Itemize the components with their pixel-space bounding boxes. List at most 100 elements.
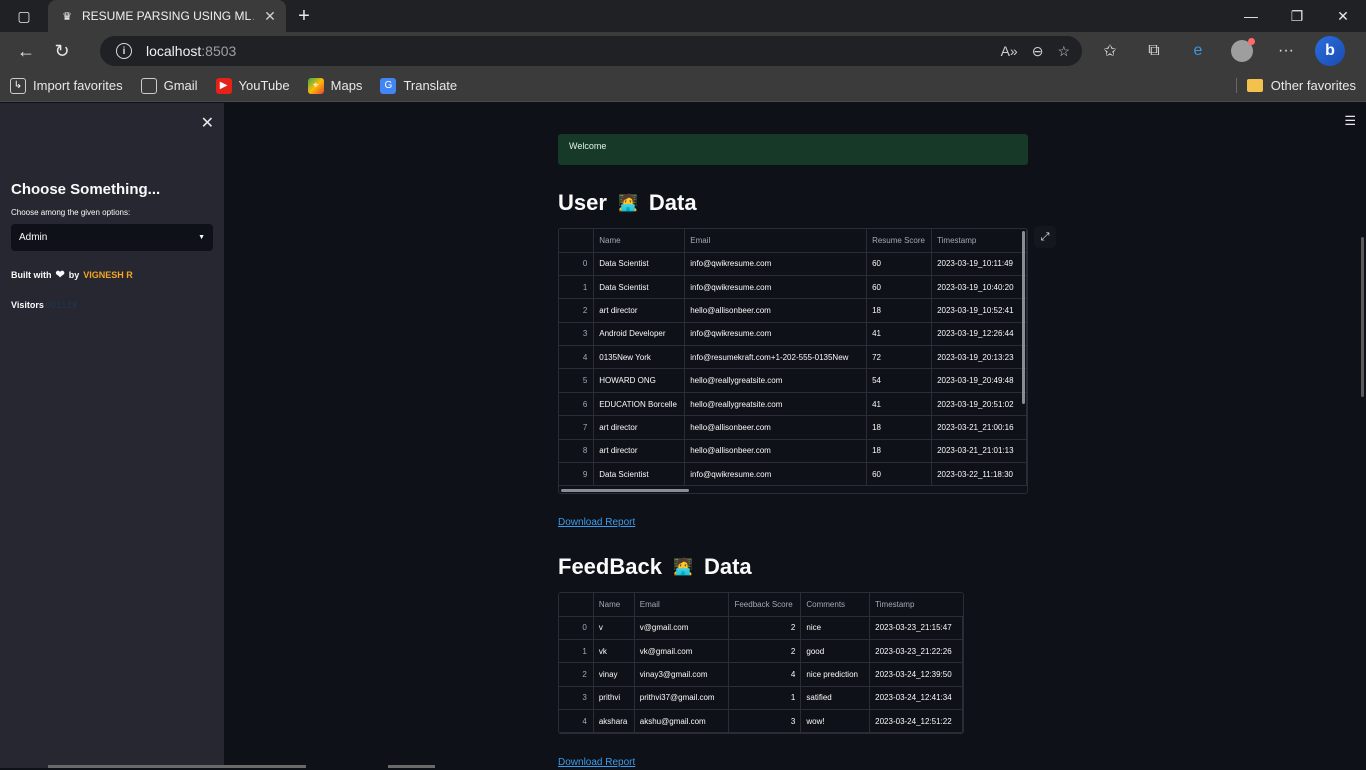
read-aloud-icon[interactable]: A»	[1001, 43, 1018, 60]
table-cell[interactable]: info@qwikresume.com	[684, 275, 868, 300]
table-cell[interactable]: vinay3@gmail.com	[634, 662, 730, 687]
author-link[interactable]: VIGNESH R	[83, 270, 133, 280]
table-cell[interactable]: info@qwikresume.com	[684, 252, 868, 276]
table-cell[interactable]: vk@gmail.com	[634, 639, 730, 664]
menu-icon[interactable]: ☰	[1344, 113, 1356, 129]
table-row[interactable]: 2 art director hello@allisonbeer.com 18 2023…	[559, 298, 1027, 323]
table-cell[interactable]: v@gmail.com	[634, 616, 730, 640]
close-tab-icon[interactable]: ✕	[262, 8, 278, 25]
table-row[interactable]: 3 prithvi prithvi37@gmail.com 1 satified 2023…	[559, 686, 963, 711]
option-select[interactable]: Admin ▼	[11, 224, 213, 251]
table-cell[interactable]: info@qwikresume.com	[684, 322, 868, 347]
favorite-gmail[interactable]: Gmail	[140, 77, 198, 94]
table-row[interactable]: 2 vinay vinay3@gmail.com 4 nice prediction 20…	[559, 662, 963, 687]
edge-icon[interactable]: e	[1180, 35, 1216, 67]
table-cell[interactable]: 0135New York	[593, 345, 686, 370]
horizontal-scrollbar[interactable]	[561, 489, 689, 492]
table-cell[interactable]: 2023-03-21_21:01:13	[931, 439, 1027, 464]
table-cell[interactable]: 2023-03-24_12:41:34	[869, 686, 963, 711]
table-cell[interactable]: 54	[866, 368, 933, 393]
table-cell[interactable]: HOWARD ONG	[593, 368, 686, 393]
info-icon[interactable]: i	[116, 43, 132, 59]
table-cell[interactable]: 2023-03-22_11:18:30	[931, 462, 1027, 487]
table-cell[interactable]: 2023-03-23_21:15:47	[869, 616, 963, 640]
column-header[interactable]: Email	[684, 229, 868, 253]
table-cell[interactable]: 60	[866, 252, 933, 276]
table-cell[interactable]: akshara	[593, 709, 635, 734]
table-cell[interactable]: v	[593, 616, 635, 640]
table-cell[interactable]: hello@allisonbeer.com	[684, 415, 868, 440]
favorite-maps[interactable]: ⌖ Maps	[307, 77, 362, 94]
other-favorites[interactable]: Other favorites	[1235, 78, 1356, 93]
table-cell[interactable]: 2023-03-19_10:11:49	[931, 252, 1027, 276]
table-cell[interactable]: Data Scientist	[593, 275, 686, 300]
table-cell[interactable]: 1	[728, 686, 802, 711]
table-cell[interactable]: 72	[866, 345, 933, 370]
table-cell[interactable]: akshu@gmail.com	[634, 709, 730, 734]
table-cell[interactable]: 18	[866, 298, 933, 323]
table-cell[interactable]: 18	[866, 415, 933, 440]
user-dataframe[interactable]: Name Email Resume Score Timestamp 0 Data …	[558, 228, 1028, 494]
more-icon[interactable]: ···	[1268, 35, 1304, 67]
table-cell[interactable]: 41	[866, 392, 933, 417]
table-row[interactable]: 9 Data Scientist info@qwikresume.com 60 2023…	[559, 462, 1027, 487]
table-row[interactable]: 4 0135New York info@resumekraft.com+1-202-…	[559, 345, 1027, 370]
minimize-icon[interactable]: —	[1228, 0, 1274, 32]
table-cell[interactable]: 60	[866, 275, 933, 300]
download-report-link[interactable]: Download Report	[558, 757, 635, 768]
table-cell[interactable]: 2023-03-19_12:26:44	[931, 322, 1027, 347]
table-row[interactable]: 6 EDUCATION Borcelle hello@reallygreatsite…	[559, 392, 1027, 417]
table-row[interactable]: 7 art director hello@allisonbeer.com 18 2023…	[559, 415, 1027, 440]
table-cell[interactable]: 2023-03-19_20:49:48	[931, 368, 1027, 393]
table-cell[interactable]: info@qwikresume.com	[684, 462, 868, 487]
profile-icon[interactable]	[1224, 35, 1260, 67]
column-header[interactable]: Email	[634, 593, 730, 617]
tab-actions-icon[interactable]: ▢	[0, 0, 48, 32]
column-header[interactable]: Name	[593, 229, 686, 253]
table-cell[interactable]: hello@allisonbeer.com	[684, 439, 868, 464]
table-cell[interactable]: info@resumekraft.com+1-202-555-0135New	[684, 345, 868, 370]
table-cell[interactable]: art director	[593, 298, 686, 323]
feedback-dataframe[interactable]: Name Email Feedback Score Comments Times…	[558, 592, 964, 735]
table-cell[interactable]: prithvi37@gmail.com	[634, 686, 730, 711]
bing-icon[interactable]: b	[1312, 35, 1348, 67]
favorite-youtube[interactable]: ▶ YouTube	[215, 77, 290, 94]
table-row[interactable]: 5 HOWARD ONG hello@reallygreatsite.com 54 20…	[559, 368, 1027, 393]
table-cell[interactable]: Data Scientist	[593, 462, 686, 487]
table-cell[interactable]: vinay	[593, 662, 635, 687]
restore-icon[interactable]: ❐	[1274, 0, 1320, 32]
close-sidebar-icon[interactable]: ✕	[201, 113, 214, 133]
table-cell[interactable]: Android Developer	[593, 322, 686, 347]
table-cell[interactable]: wow!	[800, 709, 871, 734]
column-header[interactable]: Resume Score	[866, 229, 933, 253]
add-favorite-icon[interactable]: ☆	[1057, 43, 1070, 60]
column-header[interactable]: Comments	[800, 593, 871, 617]
table-row[interactable]: 0 Data Scientist info@qwikresume.com 60 2023…	[559, 252, 1027, 276]
collections-icon[interactable]: ⧉	[1136, 35, 1172, 67]
page-scrollbar[interactable]	[1361, 237, 1364, 397]
column-header[interactable]: Feedback Score	[728, 593, 802, 617]
table-cell[interactable]: EDUCATION Borcelle	[593, 392, 686, 417]
table-cell[interactable]: hello@reallygreatsite.com	[684, 392, 868, 417]
zoom-out-icon[interactable]: ⊖	[1032, 43, 1044, 60]
table-cell[interactable]: good	[800, 639, 871, 664]
table-row[interactable]: 1 Data Scientist info@qwikresume.com 60 2023…	[559, 275, 1027, 300]
table-cell[interactable]: nice prediction	[800, 662, 871, 687]
new-tab-icon[interactable]: +	[286, 0, 322, 32]
download-report-link[interactable]: Download Report	[558, 517, 635, 528]
table-cell[interactable]: 2023-03-19_10:40:20	[931, 275, 1027, 300]
favorites-icon[interactable]: ✩	[1092, 35, 1128, 67]
table-cell[interactable]: 2023-03-24_12:39:50	[869, 662, 963, 687]
back-icon[interactable]: ←	[8, 35, 44, 67]
table-cell[interactable]: 2023-03-19_20:13:23	[931, 345, 1027, 370]
table-row[interactable]: 1 vk vk@gmail.com 2 good 2023-03-23_21:22:26	[559, 639, 963, 664]
table-cell[interactable]: 2	[728, 616, 802, 640]
refresh-icon[interactable]: ↻	[44, 35, 80, 67]
table-cell[interactable]: 2023-03-19_20:51:02	[931, 392, 1027, 417]
address-bar[interactable]: i localhost :8503 A» ⊖ ☆	[100, 36, 1082, 66]
table-cell[interactable]: satified	[800, 686, 871, 711]
fullscreen-icon[interactable]: ⤢	[1034, 226, 1056, 248]
column-header[interactable]: Timestamp	[931, 229, 1027, 253]
table-cell[interactable]: 18	[866, 439, 933, 464]
column-header[interactable]: Name	[593, 593, 635, 617]
